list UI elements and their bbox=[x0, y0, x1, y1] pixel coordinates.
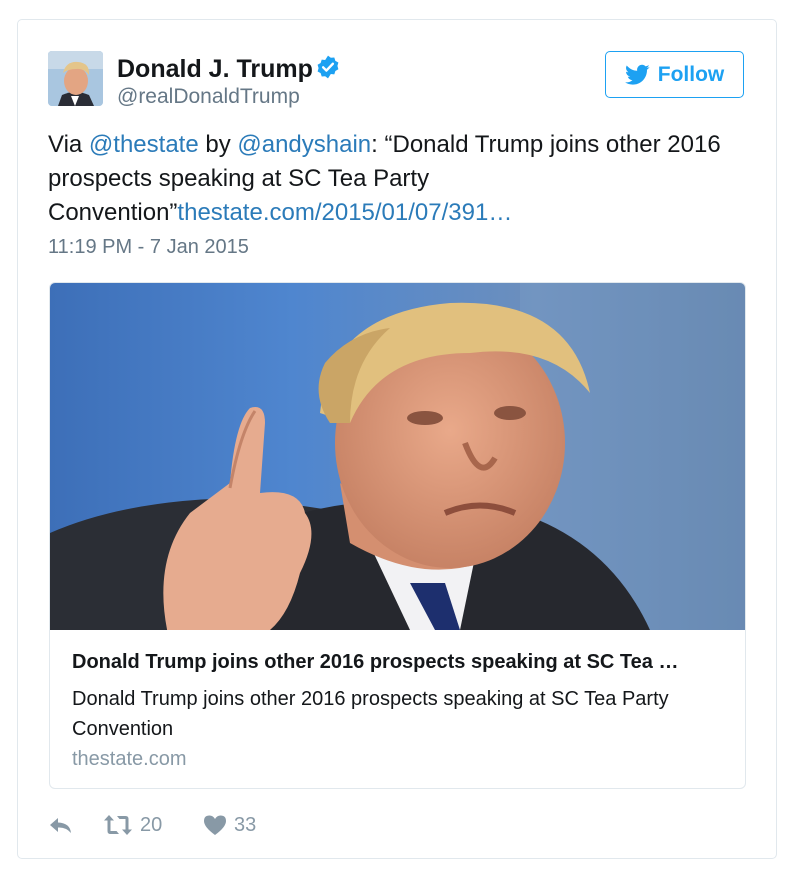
like-count: 33 bbox=[234, 813, 257, 836]
card-photo bbox=[50, 283, 745, 630]
verified-badge-icon bbox=[317, 55, 339, 79]
card-domain: thestate.com bbox=[72, 748, 187, 770]
heart-icon bbox=[204, 815, 226, 835]
follow-button[interactable]: Follow bbox=[605, 51, 744, 98]
retweet-button[interactable]: 20 bbox=[103, 814, 203, 837]
embedded-tweet: Donald J. Trump @realDonaldTrump Follow … bbox=[17, 19, 777, 859]
retweet-count: 20 bbox=[140, 813, 163, 836]
tweet-actions: 20 33 bbox=[48, 810, 256, 840]
like-button[interactable]: 33 bbox=[203, 814, 256, 837]
link-card[interactable]: Donald Trump joins other 2016 prospects … bbox=[49, 282, 746, 789]
avatar[interactable] bbox=[48, 51, 103, 106]
author-name[interactable]: Donald J. Trump bbox=[117, 55, 313, 84]
avatar-image bbox=[48, 51, 103, 106]
twitter-bird-icon bbox=[624, 64, 650, 85]
reply-button[interactable] bbox=[48, 815, 103, 835]
mention-thestate[interactable]: @thestate bbox=[89, 131, 199, 158]
card-description: Donald Trump joins other 2016 prospects … bbox=[72, 688, 669, 740]
tweet-text: Via @thestate by @andyshain: “Donald Tru… bbox=[48, 128, 748, 230]
text-middle: by bbox=[198, 131, 238, 158]
author-handle[interactable]: @realDonaldTrump bbox=[117, 85, 300, 109]
tweet-link[interactable]: thestate.com/2015/01/07/391… bbox=[177, 199, 512, 226]
reply-icon bbox=[50, 818, 71, 833]
text-prefix: Via bbox=[48, 131, 89, 158]
retweet-icon bbox=[104, 815, 132, 835]
card-title[interactable]: Donald Trump joins other 2016 prospects … bbox=[72, 651, 732, 674]
follow-label: Follow bbox=[657, 62, 725, 86]
timestamp[interactable]: 11:19 PM - 7 Jan 2015 bbox=[48, 236, 249, 259]
mention-andyshain[interactable]: @andyshain bbox=[237, 131, 371, 158]
